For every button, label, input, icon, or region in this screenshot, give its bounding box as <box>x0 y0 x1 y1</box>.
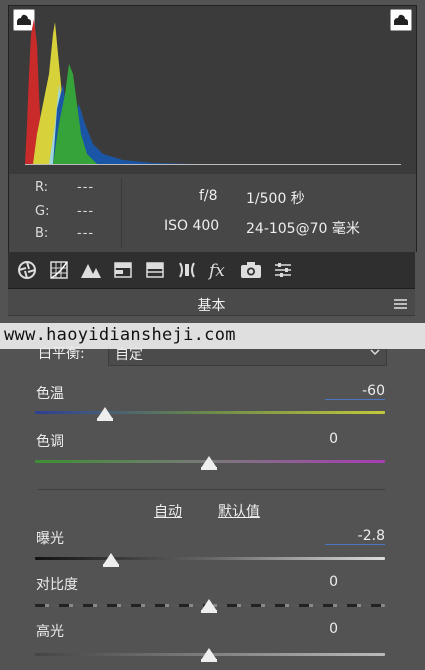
panel-tabs: fx <box>8 252 415 289</box>
r-label: R: <box>35 180 49 195</box>
panel-menu-icon[interactable] <box>394 299 407 311</box>
panel-title: 基本 <box>197 298 226 314</box>
svg-text:fx: fx <box>208 261 225 280</box>
tone-curve-icon <box>50 261 68 279</box>
tint-value[interactable]: 0 <box>278 431 338 447</box>
tint-label: 色调 <box>36 434 64 450</box>
camera-icon <box>241 262 261 278</box>
detail-icon <box>81 264 101 278</box>
b-label: B: <box>35 226 49 241</box>
tab-detail[interactable] <box>80 259 102 281</box>
contrast-label: 对比度 <box>36 577 78 593</box>
exposure-value[interactable]: -2.8 <box>325 528 385 545</box>
temperature-value[interactable]: -60 <box>325 383 385 400</box>
tab-effects[interactable]: fx <box>208 259 230 281</box>
shutter-speed: 1/500 秒 <box>246 191 305 207</box>
exposure-label: 曝光 <box>36 531 64 547</box>
camera-info-panel: R: --- G: --- B: --- f/8 1/500 秒 ISO 400… <box>8 174 417 252</box>
temperature-slider-thumb[interactable] <box>97 407 113 421</box>
exposure-slider-thumb[interactable] <box>103 553 119 567</box>
b-value: --- <box>77 226 95 241</box>
hsl-icon <box>114 262 132 278</box>
histogram-graph <box>25 19 401 165</box>
exposure-slider-track[interactable] <box>35 557 385 560</box>
tab-presets[interactable] <box>272 259 294 281</box>
temperature-label: 色温 <box>36 386 64 402</box>
chevron-down-icon <box>370 349 380 356</box>
aperture-icon <box>18 261 36 279</box>
lens-corrections-icon <box>179 262 195 278</box>
default-button[interactable]: 默认值 <box>218 501 260 521</box>
temperature-slider-track[interactable] <box>35 411 385 414</box>
auto-button[interactable]: 自动 <box>154 501 182 521</box>
highlights-label: 高光 <box>36 624 64 640</box>
g-label: G: <box>35 204 50 219</box>
section-divider <box>38 489 385 490</box>
lens-focal-length: 24-105@70 毫米 <box>246 221 360 237</box>
tab-lens-corrections[interactable] <box>176 259 198 281</box>
fx-icon: fx <box>208 261 225 280</box>
g-value: --- <box>77 204 95 219</box>
sliders-icon <box>275 263 291 277</box>
highlights-value[interactable]: 0 <box>278 621 338 637</box>
split-toning-icon <box>146 262 164 278</box>
info-divider <box>121 178 122 248</box>
contrast-slider-thumb[interactable] <box>201 599 217 613</box>
tab-split-toning[interactable] <box>144 259 166 281</box>
tab-basic[interactable] <box>16 259 38 281</box>
r-value: --- <box>77 180 95 195</box>
histogram <box>8 5 417 176</box>
watermark-text: www.haoyidiansheji.com <box>4 325 236 345</box>
watermark-banner: www.haoyidiansheji.com <box>0 323 425 349</box>
aperture: f/8 <box>199 188 218 204</box>
iso: ISO 400 <box>164 218 220 234</box>
tab-tone-curve[interactable] <box>48 259 70 281</box>
tab-hsl[interactable] <box>112 259 134 281</box>
tab-camera-calibration[interactable] <box>240 259 262 281</box>
highlights-slider-thumb[interactable] <box>201 648 217 662</box>
tint-slider-thumb[interactable] <box>201 456 217 470</box>
contrast-value[interactable]: 0 <box>278 574 338 590</box>
